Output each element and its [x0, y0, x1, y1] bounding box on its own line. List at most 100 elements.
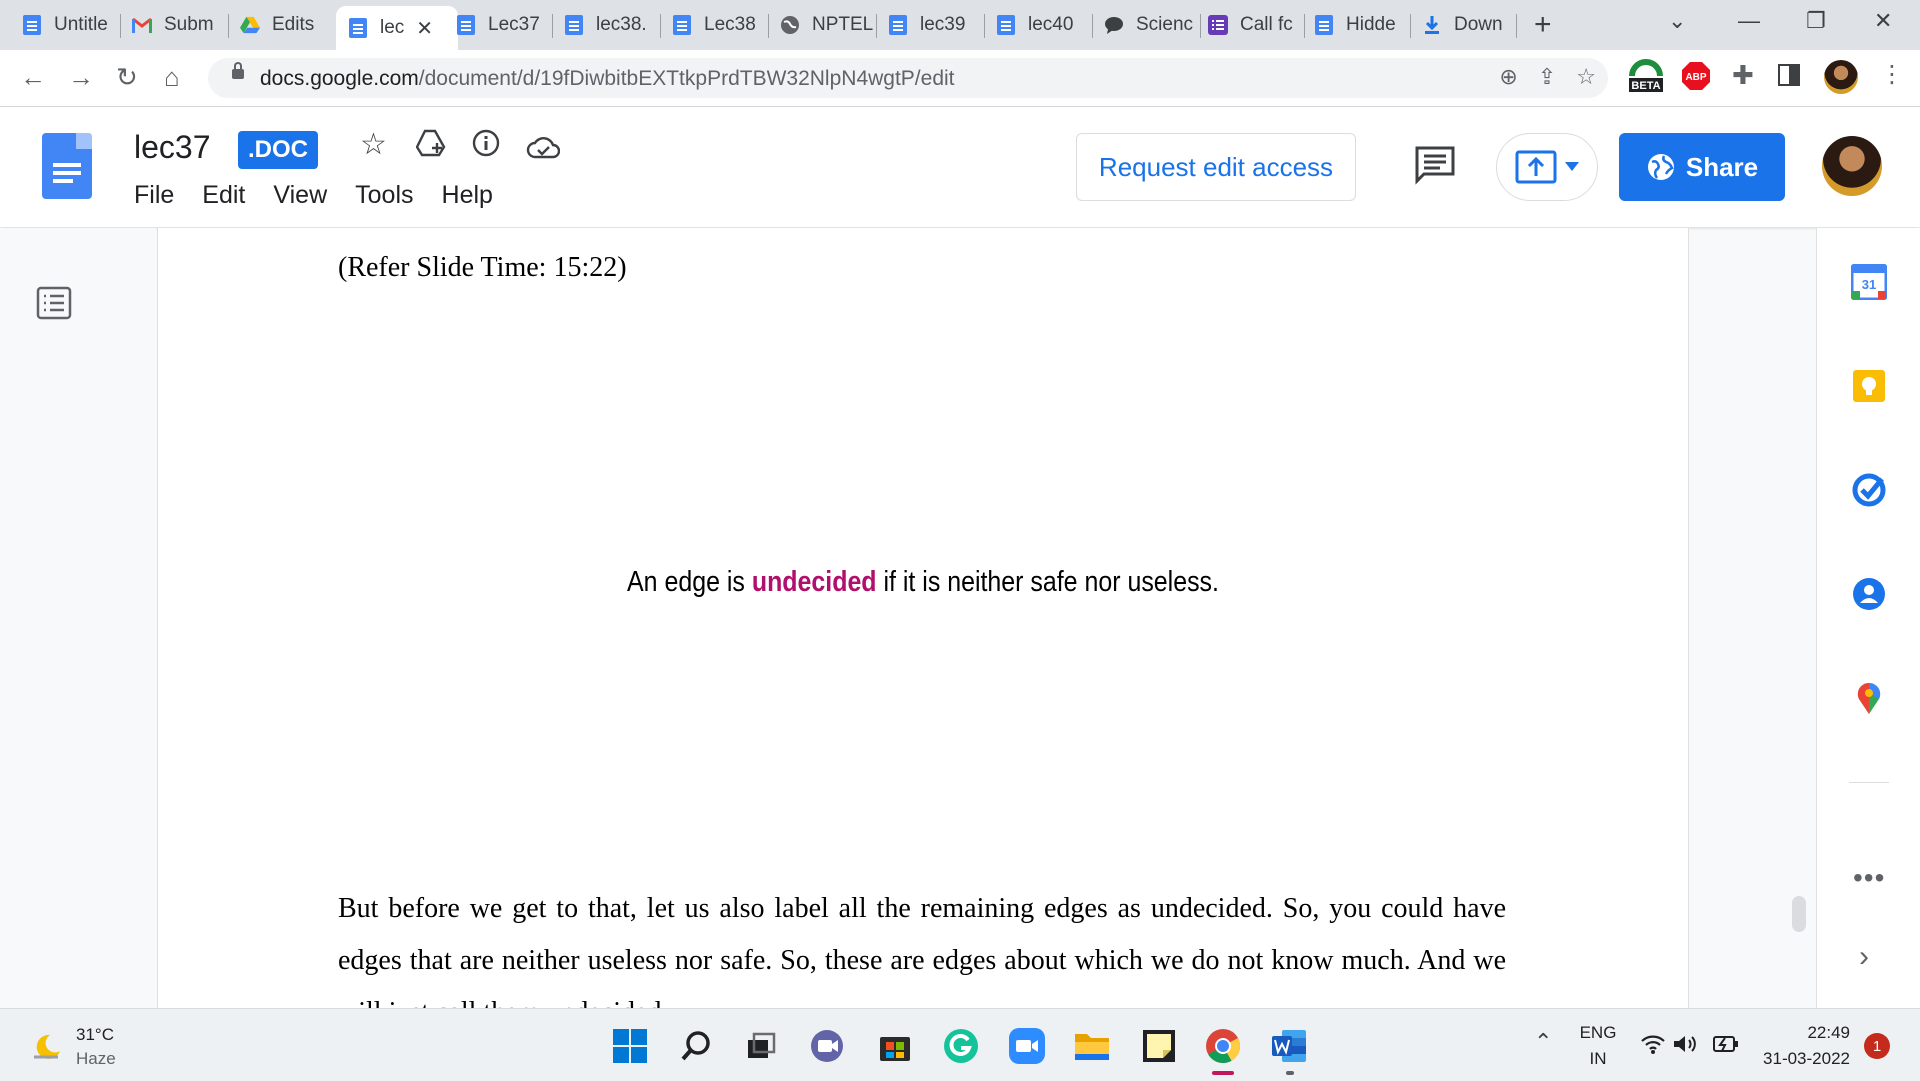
url-text[interactable]: docs.google.com/document/d/19fDiwbitbEXT… [260, 67, 955, 91]
window-close-icon[interactable]: ✕ [1874, 8, 1892, 34]
weather-condition[interactable]: Haze [76, 1049, 116, 1069]
caret-down-icon [1565, 162, 1579, 171]
tab-lec40[interactable]: lec40 [996, 8, 1090, 42]
comment-history-icon[interactable] [1414, 145, 1456, 190]
volume-icon[interactable] [1672, 1033, 1698, 1060]
adblock-icon[interactable]: ABP [1682, 62, 1710, 96]
wifi-icon[interactable] [1640, 1033, 1666, 1060]
docs-icon [1314, 15, 1334, 35]
account-avatar[interactable] [1822, 136, 1882, 196]
refer-slide-time: (Refer Slide Time: 15:22) [338, 252, 627, 283]
grammarly-icon[interactable] [942, 1027, 980, 1065]
chevron-right-icon[interactable]: › [1859, 940, 1869, 974]
docs-icon [348, 18, 368, 38]
share-button[interactable]: Share [1619, 133, 1785, 201]
more-addons-icon[interactable]: ••• [1853, 862, 1885, 894]
sticky-notes-icon[interactable] [1140, 1027, 1178, 1065]
moon-haze-icon[interactable] [30, 1031, 64, 1066]
language-region[interactable]: IN [1578, 1049, 1618, 1069]
tab-download[interactable]: Down [1422, 8, 1518, 42]
chrome-icon[interactable] [1204, 1027, 1242, 1065]
clock-date[interactable]: 31-03-2022 [1758, 1049, 1850, 1069]
menu-tools[interactable]: Tools [355, 181, 413, 210]
minimize-icon[interactable]: — [1738, 8, 1760, 34]
task-view-icon[interactable] [742, 1027, 780, 1065]
chrome-active-indicator [1212, 1071, 1234, 1075]
tab-gmail[interactable]: Subm [132, 8, 224, 42]
tab-untitled[interactable]: Untitle [22, 8, 114, 42]
file-explorer-icon[interactable] [1073, 1027, 1111, 1065]
menu-view[interactable]: View [273, 181, 327, 210]
chat-bubble-icon [1104, 15, 1124, 35]
windows-taskbar: 31°C Haze ⌃ ENG IN 22:49 31-03-2022 1 [0, 1008, 1920, 1081]
star-icon[interactable]: ☆ [360, 127, 387, 162]
request-edit-access-button[interactable]: Request edit access [1076, 133, 1356, 201]
language-code[interactable]: ENG [1578, 1023, 1618, 1043]
new-tab-button[interactable]: + [1534, 8, 1552, 42]
notification-badge[interactable]: 1 [1864, 1033, 1890, 1059]
clock-time[interactable]: 22:49 [1758, 1023, 1850, 1043]
windows-start-icon[interactable] [611, 1027, 649, 1065]
cloud-saved-icon[interactable] [526, 133, 561, 167]
tab-science[interactable]: Scienc [1104, 8, 1200, 42]
info-icon[interactable] [472, 129, 500, 165]
tab-drive-edits[interactable]: Edits [240, 8, 332, 42]
side-panel-icon[interactable] [1778, 64, 1800, 92]
google-docs-logo-icon[interactable] [42, 133, 92, 199]
move-to-drive-icon[interactable] [415, 129, 446, 165]
word-icon[interactable] [1270, 1027, 1308, 1065]
reload-icon[interactable]: ↻ [116, 62, 138, 93]
globe-icon [1647, 154, 1674, 180]
search-icon[interactable] [678, 1027, 716, 1065]
contacts-icon[interactable] [1851, 576, 1887, 612]
share-page-icon[interactable]: ⇪ [1538, 64, 1556, 90]
present-button[interactable] [1496, 133, 1598, 201]
forward-arrow-icon[interactable]: → [68, 62, 94, 93]
menu-edit[interactable]: Edit [202, 181, 245, 210]
tab-call-for[interactable]: Call fc [1208, 8, 1304, 42]
zoom-meetings-icon[interactable] [1008, 1027, 1046, 1065]
tab-label: Hidde [1346, 14, 1396, 35]
address-bar[interactable]: docs.google.com/document/d/19fDiwbitbEXT… [208, 58, 1608, 98]
close-icon[interactable]: ✕ [416, 16, 433, 41]
tab-nptel[interactable]: NPTEL [780, 8, 876, 42]
tasks-icon[interactable] [1851, 472, 1887, 508]
microsoft-store-icon[interactable] [876, 1027, 914, 1065]
present-icon [1515, 150, 1557, 184]
tab-hidden[interactable]: Hidde [1314, 8, 1408, 42]
tab-lec38b[interactable]: Lec38 [672, 8, 766, 42]
tab-label: Call fc [1240, 14, 1293, 35]
keep-icon[interactable] [1851, 368, 1887, 404]
back-arrow-icon[interactable]: ← [20, 62, 46, 93]
slide-image-text: An edge is undecided if it is neither sa… [627, 566, 1219, 598]
body-paragraph: But before we get to that, let us also l… [338, 893, 1506, 1008]
calendar-icon[interactable]: 31 [1851, 264, 1887, 300]
document-page[interactable]: (Refer Slide Time: 15:22) An edge is und… [157, 228, 1689, 1008]
teams-chat-icon[interactable] [808, 1027, 846, 1065]
menu-help[interactable]: Help [442, 181, 493, 210]
document-title[interactable]: lec37 [134, 129, 211, 166]
battery-icon[interactable] [1712, 1033, 1740, 1060]
home-icon[interactable]: ⌂ [164, 62, 180, 93]
tab-lec37[interactable]: Lec37 [456, 8, 550, 42]
bookmark-star-icon[interactable]: ☆ [1576, 64, 1596, 90]
zoom-icon[interactable]: ⊕ [1499, 64, 1517, 90]
tab-lec-active[interactable]: lec ✕ [336, 6, 458, 50]
menu-file[interactable]: File [134, 181, 174, 210]
tab-search-icon[interactable]: ⌄ [1668, 8, 1686, 34]
document-outline-icon[interactable] [36, 286, 72, 325]
scrollbar-thumb[interactable] [1792, 896, 1806, 932]
extensions-puzzle-icon[interactable]: ✚ [1732, 60, 1754, 91]
beta-extension-icon[interactable]: BETA [1626, 56, 1666, 102]
tab-label: Untitle [54, 14, 108, 35]
browser-menu-icon[interactable]: ⋮ [1880, 60, 1904, 89]
tab-label: lec40 [1028, 14, 1074, 35]
weather-temperature[interactable]: 31°C [76, 1025, 114, 1045]
show-hidden-icons-chevron-icon[interactable]: ⌃ [1534, 1029, 1552, 1055]
tab-lec38a[interactable]: lec38. [564, 8, 658, 42]
restore-icon[interactable]: ❐ [1806, 8, 1826, 34]
svg-text:31: 31 [1862, 277, 1876, 292]
maps-icon[interactable] [1851, 680, 1887, 716]
tab-lec39[interactable]: lec39 [888, 8, 982, 42]
profile-avatar[interactable] [1824, 60, 1858, 94]
